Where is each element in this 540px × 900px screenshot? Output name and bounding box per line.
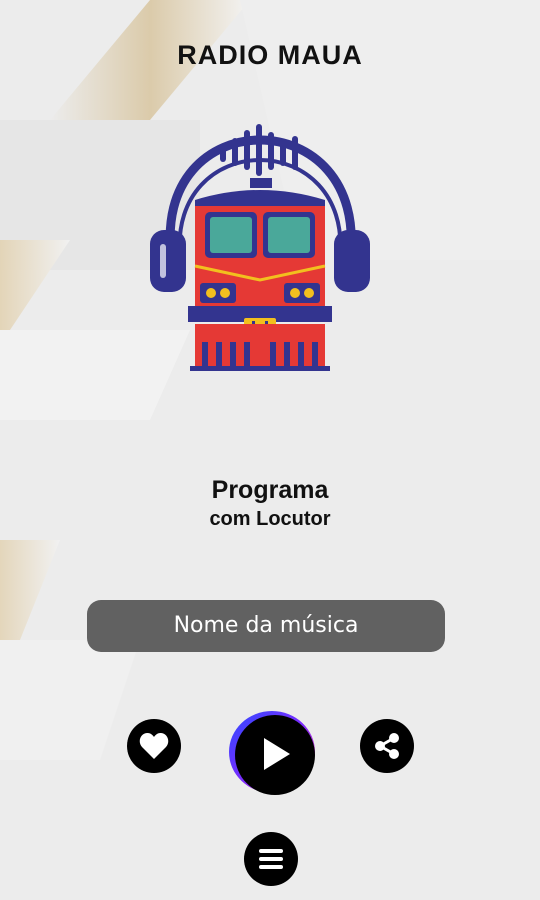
program-info: Programa com Locutor	[0, 476, 540, 531]
program-host: com Locutor	[209, 508, 331, 530]
heart-icon	[139, 733, 169, 759]
radio-train-logo	[140, 120, 380, 380]
share-button[interactable]	[360, 719, 414, 773]
share-icon	[375, 733, 399, 759]
menu-icon	[259, 849, 283, 869]
play-button[interactable]	[226, 708, 320, 798]
program-name: Programa	[211, 476, 329, 504]
song-title-bar: Nome da música	[87, 600, 445, 652]
favorite-button[interactable]	[127, 719, 181, 773]
app-title: RADIO MAUA	[177, 40, 363, 70]
menu-button[interactable]	[244, 832, 298, 886]
